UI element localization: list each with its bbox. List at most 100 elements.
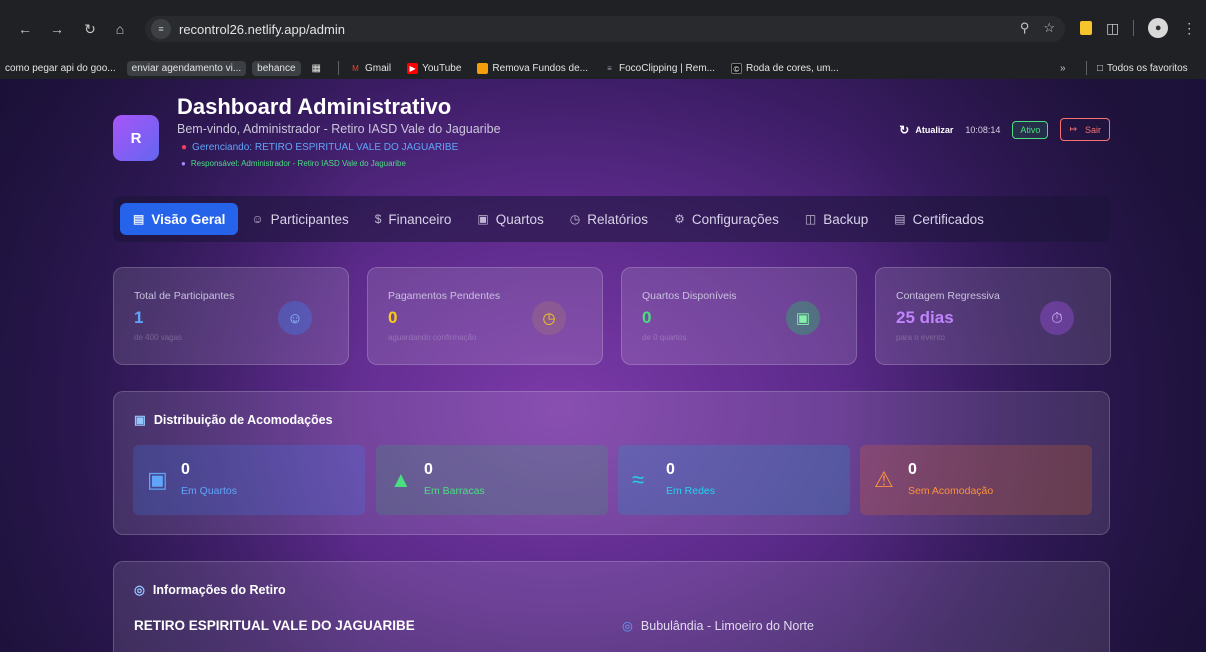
refresh-button[interactable]: ↻ Atualizar bbox=[899, 123, 953, 137]
back-icon[interactable]: ← bbox=[14, 18, 36, 40]
warning-icon: ⚠ bbox=[874, 467, 894, 492]
panel-title-text: Informações do Retiro bbox=[152, 582, 286, 597]
clock-icon: ◷ bbox=[532, 301, 566, 335]
gear-icon: ⚙ bbox=[674, 212, 685, 226]
bookmark-item-gmail[interactable]: M Gmail bbox=[345, 61, 396, 76]
globe-icon: ◎ bbox=[134, 583, 145, 597]
bookmark-label: como pegar api do goo... bbox=[5, 62, 116, 74]
tab-label: Backup bbox=[823, 211, 869, 227]
extensions-puzzle-icon[interactable]: ◫ bbox=[1106, 20, 1119, 37]
refresh-label: Atualizar bbox=[915, 124, 954, 135]
accommodation-title: ▣ Distribuição de Acomodações bbox=[134, 412, 333, 428]
bed-icon: ▣ bbox=[134, 413, 146, 427]
logo-badge: R bbox=[113, 115, 159, 161]
stat-card-participants: Total de Participantes 1 de 400 vagas ☺ bbox=[113, 267, 349, 365]
more-bookmarks-icon[interactable]: » bbox=[1060, 63, 1066, 74]
bookmark-label: Gmail bbox=[364, 62, 392, 74]
logout-label: Sair bbox=[1084, 124, 1101, 135]
stat-subtext: de 0 quartos bbox=[642, 333, 687, 342]
retreat-name: RETIRO ESPIRITUAL VALE DO JAGUARIBE bbox=[134, 618, 415, 633]
stat-label: Contagem Regressiva bbox=[896, 290, 1000, 302]
logout-button[interactable]: ↦ Sair bbox=[1060, 118, 1110, 141]
stat-subtext: aguardando confirmação bbox=[388, 333, 477, 342]
tab-rooms[interactable]: ▣ Quartos bbox=[464, 203, 556, 235]
address-row: ← → ↻ ⌂ ≡ recontrol26.netlify.app/admin … bbox=[0, 11, 1206, 47]
tab-settings[interactable]: ⚙ Configurações bbox=[661, 203, 792, 235]
stat-label: Quartos Disponíveis bbox=[642, 290, 737, 302]
accommodation-rooms: ▣ 0 Em Quartos bbox=[133, 445, 365, 515]
forward-icon[interactable]: → bbox=[46, 18, 68, 40]
stat-subtext: de 400 vagas bbox=[134, 333, 183, 342]
stat-value: 0 bbox=[642, 308, 652, 327]
tab-label: Participantes bbox=[270, 211, 349, 227]
bookmark-item[interactable]: enviar agendamento vi... bbox=[126, 60, 247, 76]
bookmark-label: YouTube bbox=[422, 62, 462, 74]
extension-icon[interactable] bbox=[1080, 21, 1092, 35]
bookmarks-bar: como pegar api do goo... enviar agendame… bbox=[0, 57, 1206, 79]
accommodation-label: Em Redes bbox=[666, 485, 716, 497]
bookmark-item[interactable]: Remova Fundos de... bbox=[472, 61, 593, 76]
tab-financial[interactable]: $ Financeiro bbox=[362, 203, 465, 235]
database-icon: ◫ bbox=[804, 212, 817, 226]
bookmark-label: FocoClipping | Rem... bbox=[619, 62, 715, 74]
location-text: Bubulândia - Limoeiro do Norte bbox=[640, 618, 814, 633]
remove-bg-icon bbox=[477, 62, 489, 74]
address-bar[interactable]: ≡ recontrol26.netlify.app/admin ⚲ ☆ bbox=[145, 16, 1065, 42]
accommodation-none: ⚠ 0 Sem Acomodação bbox=[860, 445, 1092, 515]
folder-icon: □ bbox=[1097, 62, 1104, 74]
waves-icon: ≈ bbox=[632, 467, 645, 492]
tab-participants[interactable]: ☺ Participantes bbox=[238, 203, 361, 235]
bookmark-item[interactable]: © Roda de cores, um... bbox=[726, 61, 844, 76]
document-icon: ▤ bbox=[894, 212, 906, 226]
stat-value: 0 bbox=[388, 308, 398, 327]
site-info-icon[interactable]: ≡ bbox=[151, 19, 171, 39]
bookmark-divider bbox=[1086, 61, 1087, 75]
tab-label: Quartos bbox=[495, 211, 544, 227]
bed-icon: ▣ bbox=[477, 212, 489, 226]
tab-certificates[interactable]: ▤ Certificados bbox=[881, 203, 997, 235]
stats-row: Total de Participantes 1 de 400 vagas ☺ … bbox=[113, 267, 1111, 365]
tab-label: Relatórios bbox=[587, 211, 649, 227]
tab-label: Certificados bbox=[912, 211, 984, 227]
url-text: recontrol26.netlify.app/admin bbox=[179, 21, 345, 37]
map-pin-icon: ◎ bbox=[622, 619, 633, 633]
tab-overview[interactable]: ▤ Visão Geral bbox=[120, 203, 239, 235]
bookmark-item[interactable]: como pegar api do goo... bbox=[0, 61, 121, 76]
accommodation-panel: ▣ Distribuição de Acomodações ▣ 0 Em Qua… bbox=[113, 391, 1110, 535]
bookmark-label: enviar agendamento vi... bbox=[131, 62, 242, 74]
retreat-info-panel: ◎ Informações do Retiro RETIRO ESPIRITUA… bbox=[113, 561, 1110, 652]
gmail-icon: M bbox=[352, 63, 359, 73]
zoom-icon[interactable]: ⚲ bbox=[1020, 20, 1030, 36]
bookmark-item-youtube[interactable]: ▶ YouTube bbox=[402, 61, 466, 76]
menu-dots-icon[interactable]: ⋮ bbox=[1182, 20, 1196, 37]
bookmark-label: Remova Fundos de... bbox=[492, 62, 589, 74]
accommodation-tents: ▲ 0 Em Barracas bbox=[376, 445, 608, 515]
bookmark-item[interactable]: ≡ FocoClipping | Rem... bbox=[599, 61, 720, 76]
panel-title-text: Distribuição de Acomodações bbox=[153, 412, 333, 427]
welcome-text: Bem-vindo, Administrador - Retiro IASD V… bbox=[177, 122, 501, 136]
profile-avatar[interactable]: ● bbox=[1148, 18, 1169, 38]
tab-reports[interactable]: ◷ Relatórios bbox=[557, 203, 661, 235]
bookmark-star-icon[interactable]: ☆ bbox=[1043, 20, 1055, 36]
bed-icon: ▣ bbox=[147, 467, 168, 492]
stat-label: Total de Participantes bbox=[134, 290, 235, 302]
tab-backup[interactable]: ◫ Backup bbox=[792, 203, 881, 235]
retreat-location: ◎ Bubulândia - Limoeiro do Norte bbox=[622, 618, 814, 634]
bed-icon: ▣ bbox=[786, 301, 820, 335]
all-bookmarks-folder[interactable]: □ Todos os favoritos bbox=[1092, 61, 1193, 76]
responsible-text: Responsável: Administrador - Retiro IASD… bbox=[190, 159, 406, 168]
stat-label: Pagamentos Pendentes bbox=[388, 290, 501, 302]
home-icon[interactable]: ⌂ bbox=[109, 18, 131, 40]
timer-icon: ⏱ bbox=[1040, 301, 1074, 335]
bookmark-item[interactable]: behance bbox=[252, 60, 301, 76]
apps-grid-icon[interactable]: ▦ bbox=[307, 61, 326, 76]
stat-card-rooms: Quartos Disponíveis 0 de 0 quartos ▣ bbox=[621, 267, 857, 365]
accommodation-label: Em Quartos bbox=[181, 485, 238, 497]
stat-card-pending-payments: Pagamentos Pendentes 0 aguardando confir… bbox=[367, 267, 603, 365]
stat-card-countdown: Contagem Regressiva 25 dias para o event… bbox=[875, 267, 1111, 365]
reload-icon[interactable]: ↻ bbox=[79, 18, 101, 40]
managing-text: Gerenciando: RETIRO ESPIRITUAL VALE DO J… bbox=[192, 142, 459, 153]
main-tabs: ▤ Visão Geral ☺ Participantes $ Financeiro … bbox=[113, 196, 1110, 242]
tab-label: Financeiro bbox=[388, 211, 452, 227]
bookmark-label: Todos os favoritos bbox=[1107, 62, 1188, 74]
